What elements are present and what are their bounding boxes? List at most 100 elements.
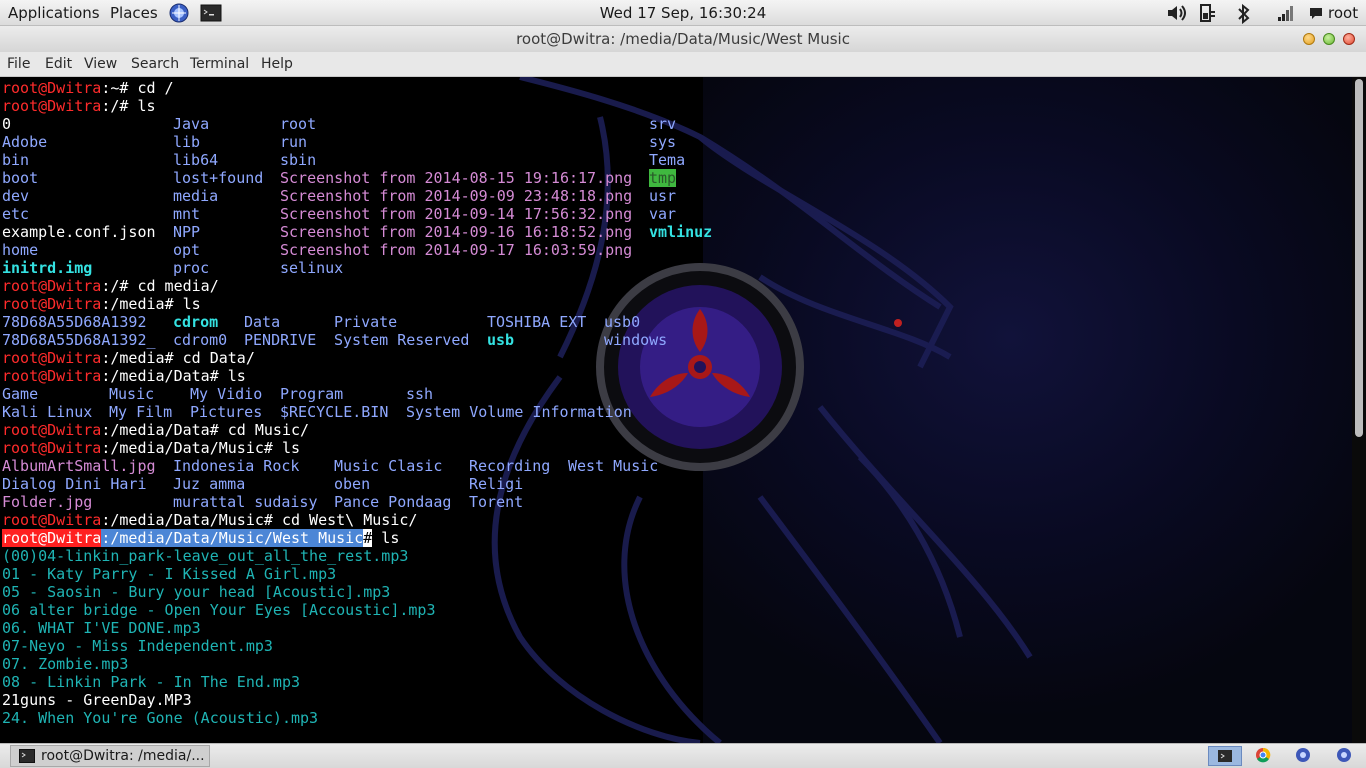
ls-entry: (00)04-linkin_park-leave_out_all_the_res…: [2, 547, 409, 565]
prompt-path: :/media: [101, 349, 165, 367]
ls-entry: usb0: [604, 313, 641, 331]
workspace-terminal-icon[interactable]: [1208, 746, 1242, 766]
ls-entry: Screenshot from 2014-09-09 23:48:18.png: [280, 187, 633, 205]
ls-entry: run: [280, 133, 308, 151]
prompt-user: root@Dwitra: [2, 97, 102, 115]
ls-entry: $RECYCLE.BIN: [280, 403, 389, 421]
window-titlebar[interactable]: root@Dwitra: /media/Data/Music/West Musi…: [0, 26, 1366, 52]
ls-entry: PENDRIVE: [244, 331, 317, 349]
prompt-path: :/: [101, 277, 120, 295]
ls-entry: 24. When You're Gone (Acoustic).mp3: [2, 709, 319, 727]
ls-entry: 06 alter bridge - Open Your Eyes [Accous…: [2, 601, 436, 619]
ls-entry: 07-Neyo - Miss Independent.mp3: [2, 637, 273, 655]
ls-entry: Dialog Dini Hari: [2, 475, 147, 493]
ls-entry: TOSHIBA EXT: [487, 313, 587, 331]
ls-entry: opt: [173, 241, 201, 259]
ls-entry: example.conf.json: [2, 223, 156, 241]
ls-entry: srv: [649, 115, 677, 133]
ls-entry: Screenshot from 2014-09-16 16:18:52.png: [280, 223, 633, 241]
ls-entry: 08 - Linkin Park - In The End.mp3: [2, 673, 301, 691]
ls-entry: lost+found: [173, 169, 264, 187]
ls-entry: System Reserved: [334, 331, 470, 349]
user-menu[interactable]: root: [1328, 0, 1358, 26]
terminal-line: root@Dwitra:/media# ls: [2, 295, 1352, 313]
ls-entry: My Vidio: [190, 385, 263, 403]
ls-entry: cdrom: [173, 313, 219, 331]
ls-entry: sys: [649, 133, 677, 151]
prompt-path: :/media/Data/Music/West Music: [101, 529, 364, 547]
chat-icon[interactable]: [1308, 3, 1328, 23]
menu-view[interactable]: View: [84, 52, 117, 76]
chrome-icon[interactable]: [1247, 746, 1281, 766]
ls-entry: Game: [2, 385, 39, 403]
ls-entry: proc: [173, 259, 210, 277]
prompt-path: :/media/Data: [101, 367, 210, 385]
prompt-user: root@Dwitra: [2, 367, 102, 385]
close-button[interactable]: [1343, 33, 1355, 45]
prompt-path: :~: [101, 79, 120, 97]
taskbar-window-item[interactable]: root@Dwitra: /media/...: [10, 745, 210, 767]
window-title: root@Dwitra: /media/Data/Music/West Musi…: [516, 30, 850, 48]
ls-entry: 21guns - GreenDay.MP3: [2, 691, 192, 709]
web-browser-icon[interactable]: [169, 3, 189, 23]
command-text: # cd media/: [119, 277, 219, 295]
network-icon[interactable]: [1276, 3, 1296, 23]
top-panel: Applications Places Wed 17 Sep, 16:30:24…: [0, 0, 1366, 26]
app-launcher-icon[interactable]: [1287, 746, 1321, 766]
prompt-user: root@Dwitra: [2, 295, 102, 313]
command-text: # cd Data/: [164, 349, 255, 367]
ls-entry: Religi: [469, 475, 524, 493]
command-text: # ls: [209, 367, 246, 385]
ls-entry: media: [173, 187, 219, 205]
prompt-user: root@Dwitra: [2, 349, 102, 367]
taskbar-window-label: root@Dwitra: /media/...: [41, 748, 205, 764]
terminal-line: root@Dwitra:/media/Data/Music# cd West\ …: [2, 511, 1352, 529]
terminal-line: root@Dwitra:/media/Data/Music# ls: [2, 439, 1352, 457]
terminal-view[interactable]: root@Dwitra:~# cd / root@Dwitra:/# ls 0J…: [0, 77, 1366, 743]
volume-icon[interactable]: [1166, 3, 1186, 23]
ls-entry: Pictures: [190, 403, 263, 421]
prompt-user: root@Dwitra: [2, 277, 102, 295]
battery-icon[interactable]: [1197, 3, 1217, 23]
scrollbar-thumb[interactable]: [1355, 79, 1363, 437]
ls-entry: 07. Zombie.mp3: [2, 655, 129, 673]
ls-entry: selinux: [280, 259, 344, 277]
maximize-button[interactable]: [1323, 33, 1335, 45]
menu-edit[interactable]: Edit: [45, 52, 72, 76]
ls-entry: Screenshot from 2014-08-15 19:16:17.png: [280, 169, 633, 187]
bluetooth-icon[interactable]: [1236, 3, 1256, 25]
ls-entry: My Film: [109, 403, 173, 421]
menu-terminal[interactable]: Terminal: [190, 52, 249, 76]
ls-entry: System Volume Information: [406, 403, 632, 421]
ls-entry: murattal sudaisy: [173, 493, 318, 511]
ls-entry: home: [2, 241, 39, 259]
ls-entry: Data: [244, 313, 281, 331]
menu-search[interactable]: Search: [131, 52, 179, 76]
prompt-user: root@Dwitra: [2, 439, 102, 457]
command-text: # ls: [119, 97, 156, 115]
ls-entry: dev: [2, 187, 30, 205]
ls-entry: bin: [2, 151, 30, 169]
ls-entry: 0: [2, 115, 12, 133]
terminal-launcher-icon[interactable]: [200, 3, 222, 23]
minimize-button[interactable]: [1303, 33, 1315, 45]
panel-clock[interactable]: Wed 17 Sep, 16:30:24: [600, 4, 767, 22]
menu-file[interactable]: File: [7, 52, 30, 76]
terminal-scrollbar[interactable]: [1352, 77, 1366, 743]
command-text: # cd West\ Music/: [263, 511, 418, 529]
ls-entry: Folder.jpg: [2, 493, 93, 511]
command-text: # cd Music/: [209, 421, 310, 439]
prompt-hash: #: [363, 529, 373, 547]
menu-help[interactable]: Help: [261, 52, 293, 76]
prompt-path: :/media: [101, 295, 165, 313]
terminal-output[interactable]: root@Dwitra:~# cd / root@Dwitra:/# ls 0J…: [2, 79, 1352, 743]
app-launcher-icon-2[interactable]: [1328, 746, 1362, 766]
ls-entry: 06. WHAT I'VE DONE.mp3: [2, 619, 201, 637]
ls-entry: vmlinuz: [649, 223, 713, 241]
ls-entry: NPP: [173, 223, 201, 241]
applications-menu[interactable]: Applications: [8, 0, 100, 26]
ls-entry: Kali Linux: [2, 403, 93, 421]
ls-entry: Pance Pondaag: [334, 493, 452, 511]
places-menu[interactable]: Places: [110, 0, 158, 26]
ls-entry: Adobe: [2, 133, 48, 151]
